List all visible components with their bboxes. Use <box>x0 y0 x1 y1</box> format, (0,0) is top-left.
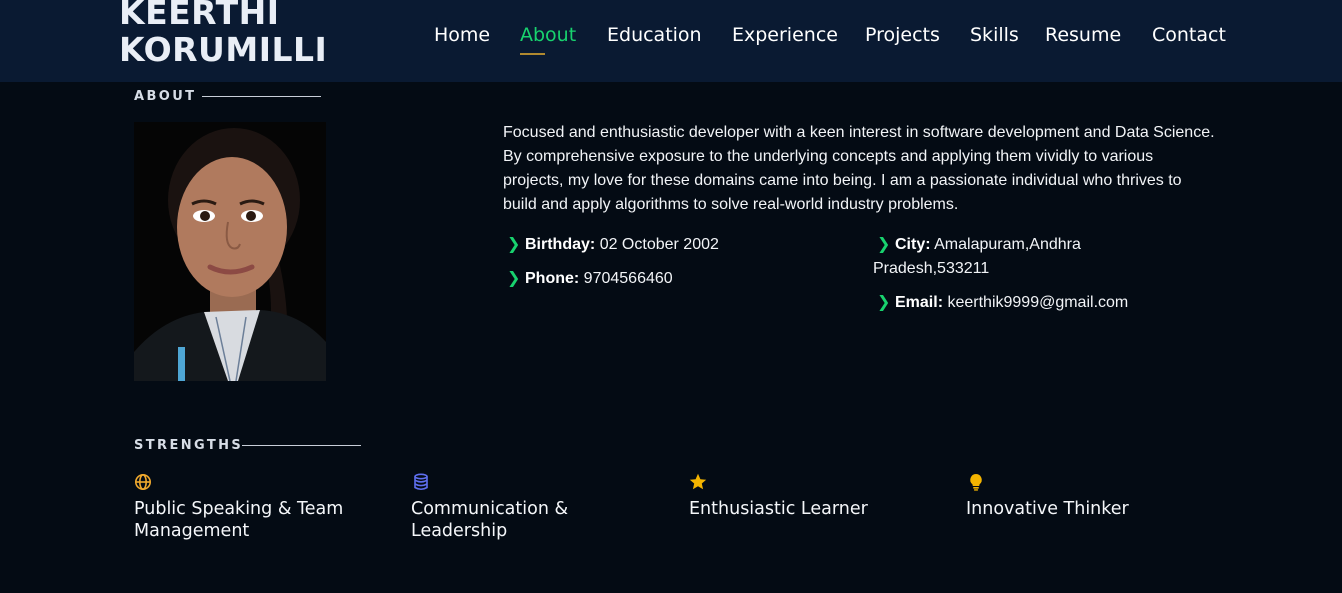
nav-education[interactable]: Education <box>607 24 702 46</box>
star-icon <box>689 473 709 493</box>
birthday-label: Birthday: <box>525 236 596 253</box>
nav-projects[interactable]: Projects <box>865 24 940 46</box>
info-phone: ❯ Phone: 9704566460 <box>503 267 863 291</box>
nav-skills[interactable]: Skills <box>970 24 1019 46</box>
info-email: ❯ Email: keerthik9999@gmail.com <box>873 291 1233 315</box>
chevron-right-icon: ❯ <box>507 270 521 287</box>
phone-label: Phone: <box>525 270 580 287</box>
info-birthday: ❯ Birthday: 02 October 2002 <box>503 233 863 257</box>
nav-home[interactable]: Home <box>434 24 490 46</box>
strength-enthusiastic-learner: Enthusiastic Learner <box>689 499 868 519</box>
strengths-section-title: STRENGTHS <box>134 438 244 453</box>
globe-icon <box>134 473 154 493</box>
chevron-right-icon: ❯ <box>507 236 521 253</box>
nav-contact[interactable]: Contact <box>1152 24 1226 46</box>
city-label: City: <box>895 236 931 253</box>
chevron-right-icon: ❯ <box>877 294 891 311</box>
nav-resume[interactable]: Resume <box>1045 24 1121 46</box>
nav-experience[interactable]: Experience <box>732 24 838 46</box>
profile-photo <box>134 122 326 381</box>
main-nav: Home About Education Experience Projects… <box>0 24 1342 64</box>
nav-about[interactable]: About <box>520 24 576 55</box>
strengths-title-divider <box>242 445 361 446</box>
strength-communication: Communication & Leadership <box>411 499 569 541</box>
email-label: Email: <box>895 294 944 311</box>
phone-value: 9704566460 <box>583 270 673 287</box>
about-bio: Focused and enthusiastic developer with … <box>503 124 1215 213</box>
chevron-right-icon: ❯ <box>877 236 891 253</box>
strength-innovative-thinker: Innovative Thinker <box>966 499 1129 519</box>
birthday-value: 02 October 2002 <box>599 236 719 253</box>
lightbulb-icon <box>967 473 987 493</box>
about-title-divider <box>202 96 321 97</box>
info-city: ❯ City: Amalapuram,Andhra Pradesh,533211 <box>873 233 1123 281</box>
email-value[interactable]: keerthik9999@gmail.com <box>947 294 1128 311</box>
about-section-title: ABOUT <box>134 89 197 104</box>
strength-public-speaking: Public Speaking & Team Management <box>134 499 344 541</box>
database-icon <box>412 473 432 493</box>
site-header: KEERTHI KORUMILLI Home About Education E… <box>0 0 1342 82</box>
